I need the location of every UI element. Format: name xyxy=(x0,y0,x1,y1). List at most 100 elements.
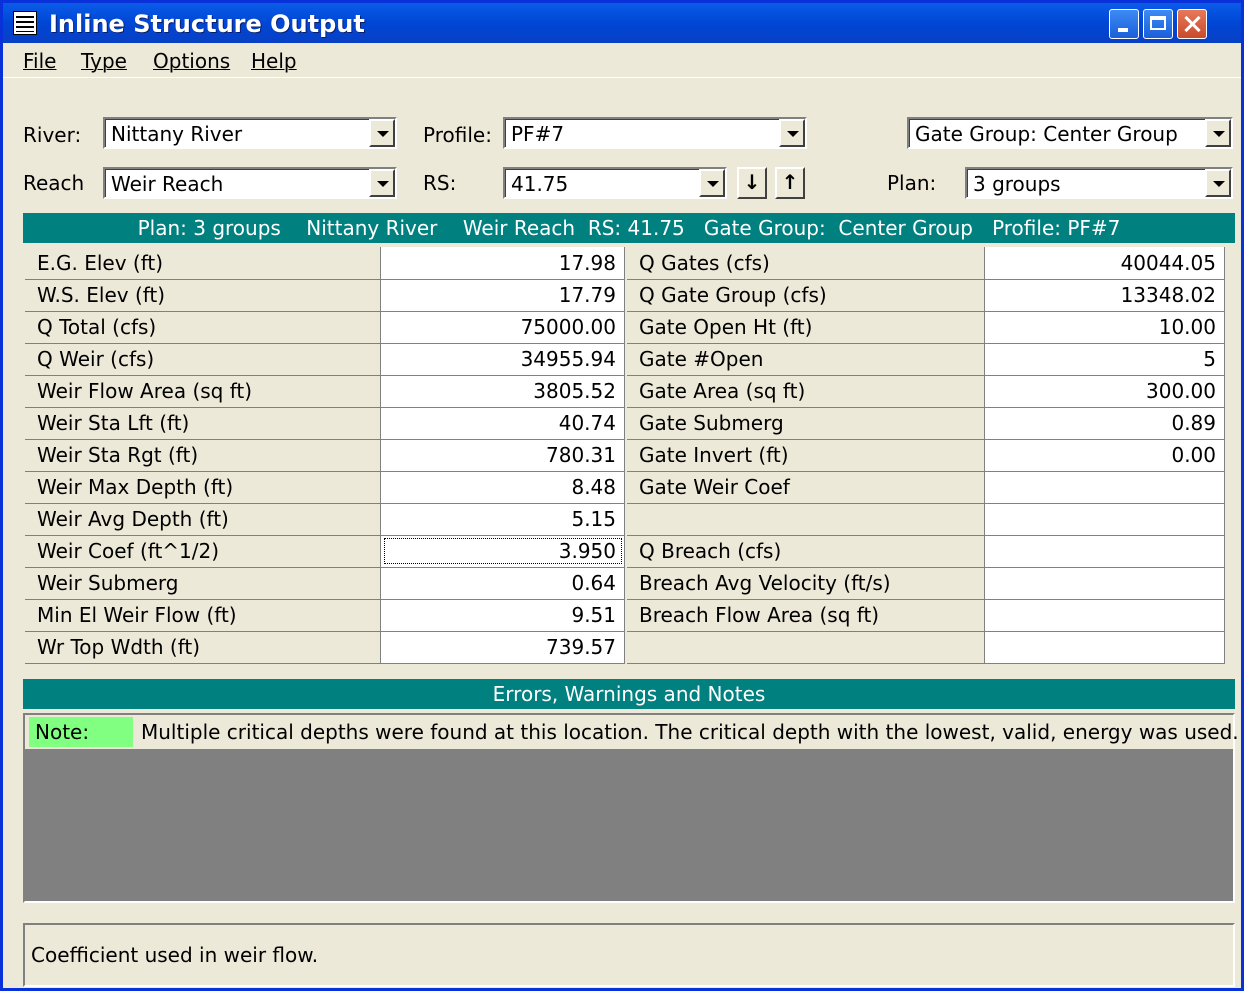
row-label: Gate Open Ht (ft) xyxy=(627,311,986,344)
row-value[interactable]: 9.51 xyxy=(380,599,625,632)
table-row: Weir Coef (ft^1/2) 3.950 xyxy=(25,535,625,568)
row-value[interactable]: 0.00 xyxy=(984,439,1225,472)
table-row: Q Gates (cfs) 40044.05 xyxy=(627,247,1225,280)
table-row: Q Total (cfs) 75000.00 xyxy=(25,311,625,344)
row-label: Q Total (cfs) xyxy=(25,311,382,344)
table-row: W.S. Elev (ft) 17.79 xyxy=(25,279,625,312)
row-value[interactable]: 5.15 xyxy=(380,503,625,536)
table-row: Weir Sta Rgt (ft) 780.31 xyxy=(25,439,625,472)
window: Inline Structure Output File Type Option… xyxy=(0,0,1244,991)
row-label: Breach Flow Area (sq ft) xyxy=(627,599,986,632)
window-title: Inline Structure Output xyxy=(49,10,365,38)
chevron-down-icon[interactable] xyxy=(1205,119,1231,147)
row-label: Gate Invert (ft) xyxy=(627,439,986,472)
table-row: Gate Submerg 0.89 xyxy=(627,407,1225,440)
river-select[interactable]: Nittany River xyxy=(103,117,397,149)
row-label: W.S. Elev (ft) xyxy=(25,279,382,312)
row-value[interactable] xyxy=(984,567,1225,600)
status-text: Coefficient used in weir flow. xyxy=(31,943,319,967)
row-value[interactable]: 13348.02 xyxy=(984,279,1225,312)
table-row: Breach Flow Area (sq ft) xyxy=(627,599,1225,632)
gate-results-table: Q Gates (cfs) 40044.05 Q Gate Group (cfs) 1… xyxy=(627,247,1225,664)
chevron-down-icon[interactable] xyxy=(1205,169,1231,197)
row-label: E.G. Elev (ft) xyxy=(25,247,382,280)
chevron-down-icon[interactable] xyxy=(779,119,805,147)
note-row: Note: Multiple critical depths were foun… xyxy=(25,715,1239,749)
chevron-down-icon[interactable] xyxy=(369,119,395,147)
row-value[interactable]: 8.48 xyxy=(380,471,625,504)
row-label: Weir Coef (ft^1/2) xyxy=(25,535,382,568)
table-row: Weir Sta Lft (ft) 40.74 xyxy=(25,407,625,440)
row-value[interactable]: 3805.52 xyxy=(380,375,625,408)
menu-file[interactable]: File xyxy=(23,49,56,73)
row-value[interactable]: 40.74 xyxy=(380,407,625,440)
row-label: Breach Avg Velocity (ft/s) xyxy=(627,567,986,600)
row-value[interactable] xyxy=(984,631,1225,664)
weir-results-table: E.G. Elev (ft) 17.98 W.S. Elev (ft) 17.79 Q … xyxy=(25,247,625,664)
row-value[interactable]: 17.98 xyxy=(380,247,625,280)
row-label: Weir Submerg xyxy=(25,567,382,600)
notes-header: Errors, Warnings and Notes xyxy=(23,679,1235,709)
row-label: Gate Submerg xyxy=(627,407,986,440)
row-label: Min El Weir Flow (ft) xyxy=(25,599,382,632)
profile-select[interactable]: PF#7 xyxy=(503,117,807,149)
rs-select[interactable]: 41.75 xyxy=(503,167,727,199)
table-row: Q Gate Group (cfs) 13348.02 xyxy=(627,279,1225,312)
row-value[interactable]: 739.57 xyxy=(380,631,625,664)
menu-options[interactable]: Options xyxy=(153,49,230,73)
reach-select[interactable]: Weir Reach xyxy=(103,167,397,199)
menu-help[interactable]: Help xyxy=(251,49,297,73)
plan-select[interactable]: 3 groups xyxy=(965,167,1233,199)
menu-bar: File Type Options Help xyxy=(3,43,1241,78)
row-label: Q Gate Group (cfs) xyxy=(627,279,986,312)
reach-label: Reach xyxy=(23,171,85,195)
row-label: Weir Avg Depth (ft) xyxy=(25,503,382,536)
row-value[interactable] xyxy=(984,599,1225,632)
table-row: Breach Avg Velocity (ft/s) xyxy=(627,567,1225,600)
arrow-down-icon[interactable]: ↓ xyxy=(737,167,767,199)
row-value[interactable]: 40044.05 xyxy=(984,247,1225,280)
row-value[interactable]: 780.31 xyxy=(380,439,625,472)
row-label xyxy=(627,631,986,664)
row-value[interactable] xyxy=(984,503,1225,536)
minimize-button[interactable] xyxy=(1109,9,1139,39)
profile-label: Profile: xyxy=(423,123,492,147)
river-label: River: xyxy=(23,123,82,147)
chevron-down-icon[interactable] xyxy=(699,169,725,197)
row-label xyxy=(627,503,986,536)
table-row: Weir Avg Depth (ft) 5.15 xyxy=(25,503,625,536)
row-value[interactable]: 17.79 xyxy=(380,279,625,312)
table-row: Weir Flow Area (sq ft) 3805.52 xyxy=(25,375,625,408)
chevron-down-icon[interactable] xyxy=(369,169,395,197)
table-row: Wr Top Wdth (ft) 739.57 xyxy=(25,631,625,664)
row-value[interactable] xyxy=(984,535,1225,568)
row-value[interactable]: 10.00 xyxy=(984,311,1225,344)
menu-type[interactable]: Type xyxy=(81,49,127,73)
notes-panel[interactable]: Note: Multiple critical depths were foun… xyxy=(23,713,1239,903)
gate-group-select[interactable]: Gate Group: Center Group xyxy=(907,117,1233,149)
row-value[interactable]: 75000.00 xyxy=(380,311,625,344)
row-label: Weir Flow Area (sq ft) xyxy=(25,375,382,408)
table-row: E.G. Elev (ft) 17.98 xyxy=(25,247,625,280)
arrow-up-icon[interactable]: ↑ xyxy=(775,167,805,199)
maximize-button[interactable] xyxy=(1143,9,1173,39)
close-button[interactable] xyxy=(1177,9,1207,39)
row-value[interactable]: 0.89 xyxy=(984,407,1225,440)
row-label: Weir Sta Lft (ft) xyxy=(25,407,382,440)
row-value[interactable] xyxy=(984,471,1225,504)
title-bar[interactable]: Inline Structure Output xyxy=(3,3,1241,43)
row-value[interactable]: 3.950 xyxy=(380,535,625,568)
table-row: Weir Max Depth (ft) 8.48 xyxy=(25,471,625,504)
table-row: Min El Weir Flow (ft) 9.51 xyxy=(25,599,625,632)
note-text: Multiple critical depths were found at t… xyxy=(141,720,1239,744)
row-label: Q Breach (cfs) xyxy=(627,535,986,568)
row-value[interactable]: 34955.94 xyxy=(380,343,625,376)
table-row: Gate Invert (ft) 0.00 xyxy=(627,439,1225,472)
table-row: Gate Area (sq ft) 300.00 xyxy=(627,375,1225,408)
table-row: Weir Submerg 0.64 xyxy=(25,567,625,600)
row-value[interactable]: 300.00 xyxy=(984,375,1225,408)
row-value[interactable]: 0.64 xyxy=(380,567,625,600)
table-row: Q Weir (cfs) 34955.94 xyxy=(25,343,625,376)
row-value[interactable]: 5 xyxy=(984,343,1225,376)
row-label: Gate #Open xyxy=(627,343,986,376)
